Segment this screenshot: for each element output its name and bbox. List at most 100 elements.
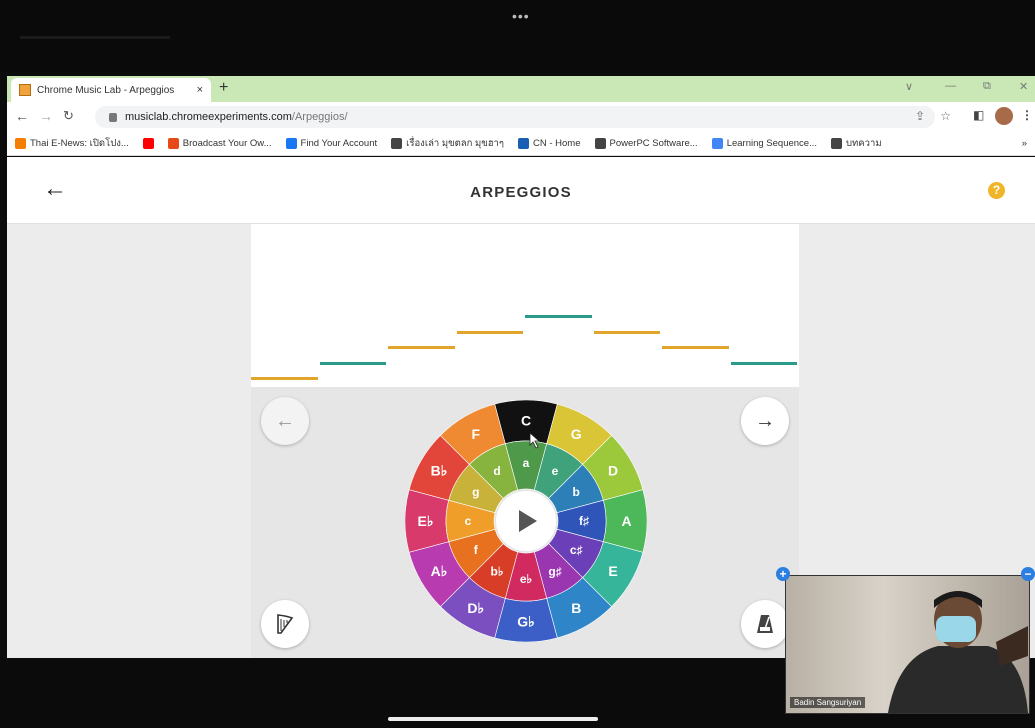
- arpeggio-note-bar: [730, 361, 797, 365]
- bookmarks-overflow-icon[interactable]: »: [1022, 138, 1027, 149]
- bookmark-item[interactable]: Learning Sequence...: [711, 138, 818, 149]
- key-label: D♭: [467, 600, 484, 616]
- broadcast-icon: [167, 138, 179, 149]
- key-label: a: [523, 456, 530, 470]
- key-label: B: [571, 600, 581, 616]
- tab-close-icon[interactable]: ×: [197, 84, 203, 96]
- bookmark-label: CN - Home: [533, 138, 581, 149]
- collapse-video-icon[interactable]: −: [1021, 567, 1035, 581]
- participant-name-label: Badin Sangsuriyan: [790, 697, 866, 708]
- forward-nav-icon[interactable]: →: [39, 108, 53, 124]
- share-icon[interactable]: ⇪: [915, 109, 925, 123]
- address-bar[interactable]: musiclab.chromeexperiments.com /Arpeggio…: [95, 106, 951, 128]
- top-black-bar: •••: [0, 0, 1035, 72]
- page-title: ARPEGGIOS: [470, 184, 572, 201]
- key-label: f♯: [579, 514, 589, 528]
- harp-icon: [277, 614, 294, 634]
- arpeggio-note-bar: [662, 346, 729, 349]
- add-participant-icon[interactable]: +: [776, 567, 790, 581]
- key-label: A♭: [431, 563, 448, 579]
- address-row: ← → ↻ musiclab.chromeexperiments.com /Ar…: [7, 102, 1035, 132]
- reload-icon[interactable]: ↻: [63, 108, 74, 124]
- key-label: b♭: [491, 564, 504, 578]
- lock-icon: [109, 112, 117, 122]
- metronome-button[interactable]: [741, 600, 789, 648]
- participant-video-tile[interactable]: Badin Sangsuriyan: [785, 575, 1030, 714]
- bookmark-item[interactable]: บทความ: [831, 136, 882, 151]
- key-label: c: [465, 514, 472, 528]
- bookmark-label: Broadcast Your Ow...: [182, 138, 272, 149]
- app-header: ← ARPEGGIOS ?: [7, 157, 1035, 224]
- browser-tab-bar: Chrome Music Lab - Arpeggios × + ∨ — ⧉ ✕: [7, 76, 1035, 102]
- bookmark-label: เรื่องเล่า มุขตลก มุขฮาๆ: [406, 138, 504, 149]
- minimize-button[interactable]: —: [945, 80, 956, 92]
- previous-arrow-button[interactable]: ←: [261, 397, 309, 445]
- metronome-icon: [757, 615, 773, 633]
- key-label: b: [573, 485, 580, 499]
- more-dots-icon[interactable]: •••: [512, 8, 530, 24]
- bookmark-item[interactable]: [142, 138, 154, 149]
- menu-dots-icon[interactable]: ⋮: [1021, 108, 1033, 122]
- url-path: /Arpeggios/: [291, 111, 348, 123]
- globe-icon: [831, 138, 843, 149]
- new-tab-button[interactable]: +: [219, 79, 228, 97]
- bookmark-item[interactable]: CN - Home: [518, 138, 581, 149]
- music-lab-favicon-icon: [19, 84, 31, 96]
- key-label: B♭: [431, 463, 448, 479]
- arpeggio-note-bar: [456, 330, 523, 334]
- tab-title: Chrome Music Lab - Arpeggios: [37, 84, 175, 96]
- facebook-icon: [285, 138, 297, 149]
- bookmark-label: บทความ: [846, 138, 882, 149]
- arpeggio-note-bar: [251, 377, 318, 380]
- key-label: e♭: [520, 572, 532, 586]
- tab-search-icon[interactable]: ∨: [905, 80, 913, 93]
- bookmark-label: PowerPC Software...: [609, 138, 698, 149]
- bookmark-label: Thai E-News: เปิดโปง...: [30, 138, 129, 149]
- key-wheel[interactable]: CaGe DbAf♯Ec♯Bg♯G♭e♭D♭b♭A♭fE♭ cB♭gFd: [405, 400, 647, 642]
- sidepanel-icon[interactable]: ◧: [973, 108, 984, 122]
- home-indicator[interactable]: [388, 717, 598, 721]
- key-label: G♭: [517, 613, 535, 629]
- google-icon: [711, 138, 723, 149]
- key-label: G: [571, 426, 582, 442]
- back-nav-icon[interactable]: ←: [15, 108, 29, 124]
- bookmark-item[interactable]: เรื่องเล่า มุขตลก มุขฮาๆ: [391, 136, 504, 151]
- arpeggio-panel: ← → Ca Ge Db Af♯ Ec♯ Bg♯ G♭ e♭ D♭ b♭ A♭ f E♭ c B♭ g Fd: [251, 224, 799, 658]
- bookmark-item[interactable]: Find Your Account: [285, 138, 378, 149]
- arpeggio-note-bar: [319, 361, 386, 365]
- key-label: g: [472, 485, 479, 499]
- blogger-icon: [15, 138, 26, 149]
- key-label: e: [552, 464, 559, 478]
- star-icon[interactable]: ☆: [940, 109, 951, 123]
- youtube-icon: [142, 138, 154, 149]
- note-visualizer: [251, 224, 799, 387]
- bookmark-item[interactable]: PowerPC Software...: [594, 138, 698, 149]
- active-tab[interactable]: Chrome Music Lab - Arpeggios ×: [11, 78, 211, 102]
- arpeggio-note-bar: [388, 346, 455, 349]
- bookmark-label: Learning Sequence...: [726, 138, 818, 149]
- key-label: E: [608, 563, 617, 579]
- top-bar-streak: [20, 36, 170, 39]
- key-label: F: [471, 426, 480, 442]
- bookmark-label: Find Your Account: [300, 138, 378, 149]
- bookmark-item[interactable]: Thai E-News: เปิดโปง...: [15, 136, 129, 151]
- globe-icon: [594, 138, 606, 149]
- bookmark-item[interactable]: Broadcast Your Ow...: [167, 138, 272, 149]
- key-label: d: [493, 464, 500, 478]
- cn-icon: [518, 138, 529, 149]
- key-label: D: [608, 463, 618, 479]
- key-label: C: [521, 412, 531, 428]
- profile-avatar[interactable]: [995, 107, 1013, 125]
- bookmarks-bar: Thai E-News: เปิดโปง... Broadcast Your Ow…: [7, 132, 1035, 156]
- help-icon[interactable]: ?: [988, 182, 1005, 199]
- key-label: E♭: [418, 513, 434, 529]
- restore-button[interactable]: ⧉: [983, 80, 991, 93]
- key-label: A: [621, 513, 631, 529]
- arpeggio-note-bar: [525, 315, 592, 318]
- harp-instrument-button[interactable]: [261, 600, 309, 648]
- globe-icon: [391, 138, 403, 149]
- key-label: g♯: [548, 564, 561, 578]
- close-window-button[interactable]: ✕: [1019, 80, 1028, 93]
- next-arrow-button[interactable]: →: [741, 397, 789, 445]
- url-host: musiclab.chromeexperiments.com: [125, 111, 292, 123]
